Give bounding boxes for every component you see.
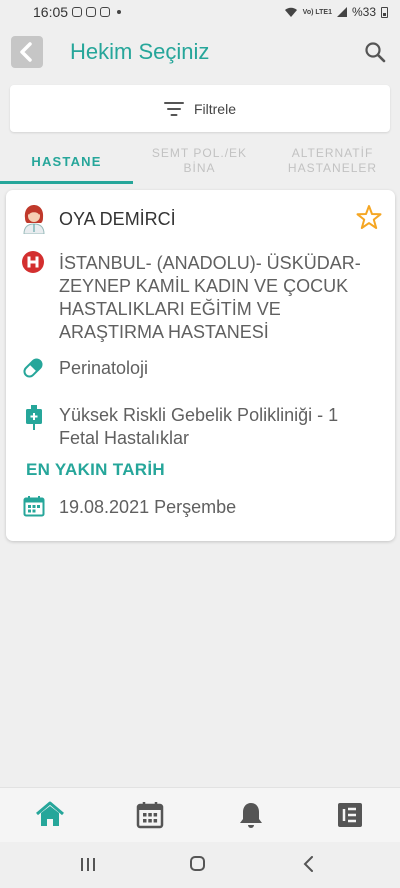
status-time: 16:05: [33, 4, 69, 20]
instagram-notification-icon: [100, 7, 111, 17]
more-notifications-icon: [117, 10, 122, 14]
nearest-date: 19.08.2021 Perşembe: [59, 497, 237, 517]
pill-icon: [23, 358, 43, 378]
network-type: Vo) LTE1: [302, 8, 332, 16]
hospital-name: İSTANBUL- (ANADOLU)- ÜSKÜDAR-ZEYNEP KAMİ…: [59, 253, 361, 342]
doctor-row: OYA DEMİRCİ: [6, 202, 395, 236]
tab-alternatif-hastaneler[interactable]: ALTERNATİF HASTANELER: [266, 140, 399, 182]
home-icon[interactable]: [35, 800, 65, 830]
filter-button[interactable]: Filtrele: [10, 85, 390, 132]
list-icon[interactable]: [335, 800, 365, 830]
battery-icon: [381, 6, 388, 18]
calendar-icon[interactable]: [135, 800, 165, 830]
instagram-notification-icon: [86, 7, 97, 17]
branch-row: Perinatoloji: [6, 356, 395, 384]
back-button[interactable]: [11, 36, 43, 68]
app-bar: Hekim Seçiniz: [0, 24, 400, 80]
bell-icon[interactable]: [236, 800, 266, 830]
back-nav-icon[interactable]: [302, 856, 316, 872]
back-arrow-icon: [20, 42, 32, 62]
instagram-notification-icon: [72, 7, 83, 17]
recents-icon[interactable]: [80, 857, 96, 872]
nearest-date-label: EN YAKIN TARİH: [26, 460, 165, 479]
clinic-name: Yüksek Riskli Gebelik Polikliniği - 1 Fe…: [59, 405, 339, 448]
hospital-row: İSTANBUL- (ANADOLU)- ÜSKÜDAR-ZEYNEP KAMİ…: [6, 248, 395, 344]
active-tab-indicator: [0, 181, 133, 184]
favorite-star-icon[interactable]: [356, 204, 382, 230]
date-row: 19.08.2021 Perşembe: [6, 495, 395, 523]
bottom-navigation: [0, 787, 400, 842]
tab-hastane[interactable]: HASTANE: [0, 140, 133, 182]
tab-semt-pol[interactable]: SEMT POL./EK BİNA: [133, 140, 266, 182]
doctor-name: OYA DEMİRCİ: [59, 209, 176, 229]
calendar-icon: [23, 496, 45, 517]
doctor-card[interactable]: OYA DEMİRCİ İSTANBUL- (ANADOLU)- ÜSKÜDAR…: [6, 190, 395, 541]
clinic-icon: [26, 405, 42, 430]
system-navigation-bar: [0, 842, 400, 888]
home-button-icon[interactable]: [190, 856, 205, 871]
page-title: Hekim Seçiniz: [70, 39, 210, 64]
filter-label: Filtrele: [193, 100, 236, 117]
branch-name: Perinatoloji: [59, 358, 149, 378]
status-bar: 16:05 Vo) LTE1 %33: [0, 0, 400, 24]
battery-percent: %33: [351, 5, 376, 19]
wifi-icon: [284, 7, 297, 17]
signal-icon: [336, 7, 347, 17]
hospital-h-icon: [22, 251, 44, 273]
tab-bar: HASTANE SEMT POL./EK BİNA ALTERNATİF HAS…: [0, 140, 400, 185]
search-icon[interactable]: [364, 41, 386, 63]
clinic-row: Yüksek Riskli Gebelik Polikliniği - 1 Fe…: [6, 403, 395, 453]
filter-icon: [163, 101, 184, 116]
doctor-avatar-icon: [23, 205, 45, 234]
